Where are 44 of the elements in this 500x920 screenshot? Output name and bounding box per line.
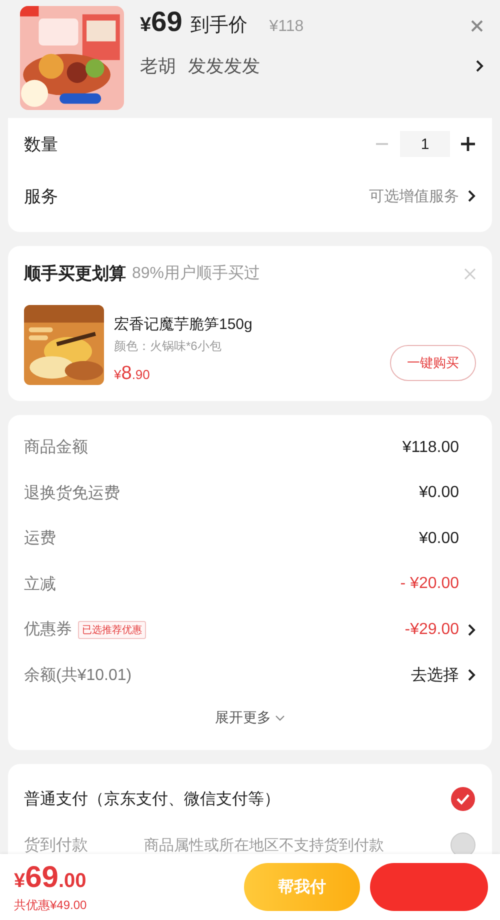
fee-value: - ¥20.00 [400,575,459,594]
buy-button[interactable]: 一键购买 [390,345,476,381]
fee-label: 商品金额 [24,438,88,458]
final-price: 69 [151,6,182,38]
close-icon[interactable] [464,268,476,280]
expand-more-link[interactable]: 展开更多 [215,709,271,727]
service-value[interactable]: 可选增值服务 [369,186,459,206]
quantity-label: 数量 [24,134,58,156]
total-price: ¥69.00 [14,860,87,894]
product-name: 宏香记魔芋脆笋150g [114,315,254,334]
fee-label: 优惠券 [24,620,72,640]
fee-value: ¥118.00 [402,438,459,457]
total-savings: 共优惠¥49.00 [14,896,87,914]
pay-button[interactable] [370,863,488,911]
address-text: 发发发发 [188,55,260,78]
fee-label: 余额(共¥10.01) [24,666,132,686]
check-icon[interactable] [450,786,476,812]
section-subtitle: 89%用户顺手买过 [132,264,260,284]
product-spec: 颜色：火锅味*6小包 [114,338,222,355]
currency-symbol: ¥ [140,14,152,37]
price-label: 到手价 [190,14,248,38]
chevron-icon [467,189,476,203]
close-icon[interactable] [470,19,484,33]
recipient-name: 老胡 [140,55,176,78]
fee-value[interactable]: -¥29.00 [404,620,459,639]
original-price: ¥118 [269,18,304,36]
fee-label: 立减 [24,574,56,595]
fee-value: ¥0.00 [418,530,459,548]
product-price: ¥8.90 [114,363,151,385]
quantity-field[interactable]: 1 [400,131,450,157]
section-title: 顺手买更划算 [24,263,126,285]
chevron-icon [467,668,476,682]
payment-note: 商品属性或所在地区不支持货到付款 [144,836,385,854]
fee-value[interactable]: 去选择 [411,664,459,686]
payment-option[interactable]: 普通支付（京东支付、微信支付等） [24,788,280,810]
chevron-down-icon [275,715,285,721]
plus-icon[interactable] [460,136,476,152]
chevron-icon [467,622,476,637]
fee-label: 运费 [24,528,56,550]
service-label: 服务 [24,186,58,208]
chevron-icon [475,59,484,73]
fee-value: ¥0.00 [418,484,459,502]
fee-label: 退换货免运费 [24,484,120,504]
coupon-tag: 已选推荐优惠 [78,620,146,639]
